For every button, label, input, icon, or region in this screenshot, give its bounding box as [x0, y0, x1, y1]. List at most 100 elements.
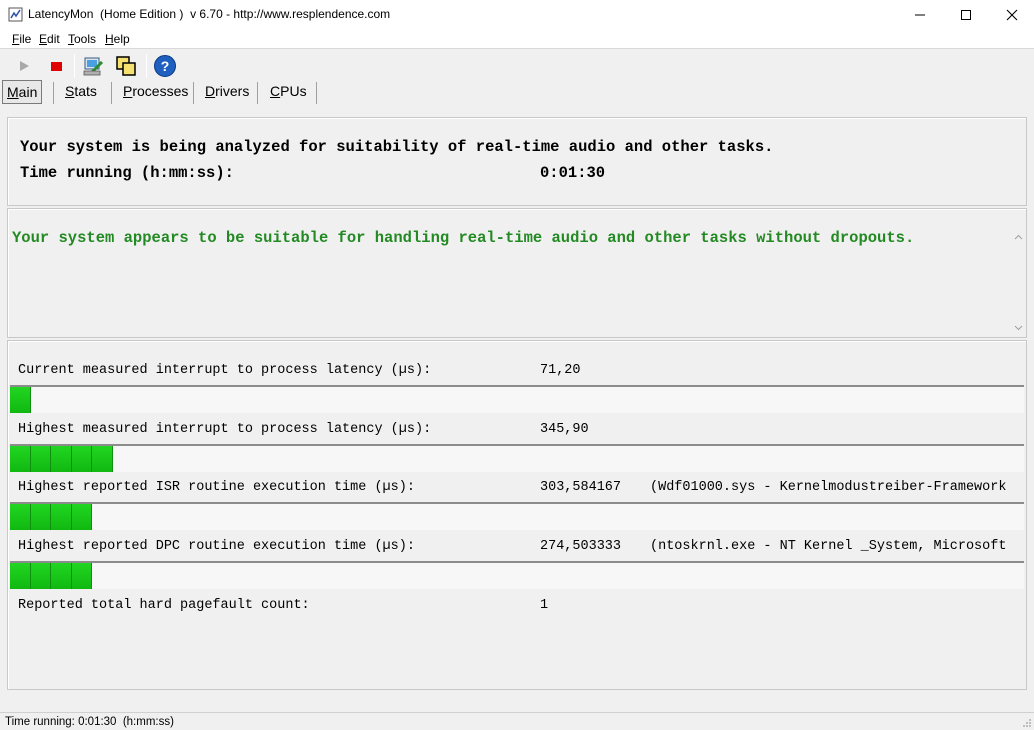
metric-highest-latency-value: 345,90 [540, 422, 589, 437]
metric-dpc-value: 274,503333 [540, 539, 622, 554]
tab-main-accel: M [7, 84, 19, 100]
tab-separator [111, 82, 112, 104]
metric-current-latency-label: Current measured interrupt to process la… [18, 363, 432, 378]
scroll-down-button[interactable] [1011, 322, 1025, 334]
highest-latency-bar-fill [10, 446, 113, 472]
verdict-message: Your system appears to be suitable for h… [12, 229, 915, 247]
metric-current-latency-value: 71,20 [540, 363, 581, 378]
minimize-icon [915, 14, 925, 16]
dpc-bar-fill [10, 563, 92, 589]
bar-segment [71, 446, 92, 472]
tab-cpus[interactable]: CPUs [266, 80, 311, 104]
menu-file-label: ile [19, 32, 32, 46]
metric-dpc-label: Highest reported DPC routine execution t… [18, 539, 415, 554]
metrics-panel: Current measured interrupt to process la… [7, 340, 1027, 690]
metric-isr-value: 303,584167 [540, 480, 622, 495]
scroll-up-button[interactable] [1011, 231, 1025, 243]
bar-segment [51, 504, 72, 530]
tab-bar: Main Stats Processes Drivers CPUs [0, 80, 1034, 106]
bar-segment [10, 504, 31, 530]
menu-edit-accel: E [39, 32, 48, 46]
title-bar: LatencyMon (Home Edition ) v 6.70 - http… [0, 0, 1034, 30]
menu-bar: File Edit Tools Help [0, 30, 1034, 48]
metric-isr-driver: (Wdf01000.sys - Kernelmodustreiber-Frame… [650, 480, 1007, 495]
menu-tools[interactable]: Tools [68, 32, 96, 46]
metric-dpc-driver: (ntoskrnl.exe - NT Kernel _System, Micro… [650, 539, 1007, 554]
tab-drivers[interactable]: Drivers [201, 80, 253, 104]
bar-segment [71, 563, 92, 589]
time-running-label: Time running (h:mm:ss): [20, 164, 234, 182]
analysis-message: Your system is being analyzed for suitab… [20, 138, 774, 156]
bar-segment [30, 563, 51, 589]
menu-file[interactable]: File [12, 32, 31, 46]
bar-segment [10, 563, 31, 589]
analyze-button[interactable] [81, 53, 107, 79]
menu-tools-label: ools [74, 32, 97, 46]
status-text: Time running: 0:01:30 (h:mm:ss) [5, 716, 174, 728]
bar-segment [71, 504, 92, 530]
menu-edit[interactable]: Edit [39, 32, 60, 46]
bar-segment [51, 446, 72, 472]
tab-main-label: ain [18, 84, 38, 100]
maximize-button[interactable] [943, 0, 989, 30]
bar-segment [10, 446, 31, 472]
tab-drivers-accel: D [205, 83, 216, 99]
tab-stats[interactable]: Stats [61, 80, 101, 104]
menu-help[interactable]: Help [105, 32, 130, 46]
start-button[interactable] [11, 53, 37, 79]
status-bar: Time running: 0:01:30 (h:mm:ss) [0, 712, 1034, 730]
metric-pagefault-value: 1 [540, 598, 549, 613]
close-icon [1006, 9, 1018, 21]
analyze-icon [83, 57, 104, 76]
bar-segment [30, 446, 51, 472]
stop-icon [51, 62, 62, 71]
tab-cpus-accel: C [270, 83, 281, 99]
menu-help-label: elp [113, 32, 130, 46]
maximize-icon [961, 10, 971, 20]
tab-processes[interactable]: Processes [119, 80, 192, 104]
minimize-button[interactable] [897, 0, 943, 30]
help-button[interactable]: ? [152, 53, 178, 79]
windows-button[interactable] [113, 53, 139, 79]
bar-segment [51, 563, 72, 589]
help-icon: ? [154, 55, 176, 77]
tab-separator [53, 82, 54, 104]
window-title: LatencyMon (Home Edition ) v 6.70 - http… [28, 7, 391, 21]
tab-separator [257, 82, 258, 104]
dpc-bar [10, 561, 1024, 589]
bar-segment [10, 387, 31, 413]
tab-drivers-label: rivers [215, 83, 250, 99]
windows-icon [116, 56, 136, 76]
toolbar-separator [146, 54, 147, 78]
current-latency-bar [10, 385, 1024, 413]
tab-cpus-label: PUs [280, 83, 307, 99]
time-running-value: 0:01:30 [540, 164, 606, 182]
latencymon-app-icon [8, 7, 23, 22]
menu-help-accel: H [105, 32, 114, 46]
stop-button[interactable] [43, 53, 69, 79]
resize-grip-icon[interactable] [1022, 718, 1032, 728]
toolbar: ? [0, 48, 1034, 82]
bar-segment [30, 504, 51, 530]
analysis-panel: Your system is being analyzed for suitab… [7, 117, 1027, 206]
tab-separator [316, 82, 317, 104]
toolbar-separator [74, 54, 75, 78]
metric-isr-label: Highest reported ISR routine execution t… [18, 480, 415, 495]
menu-edit-label: dit [47, 32, 60, 46]
bar-segment [92, 446, 113, 472]
tab-processes-accel: P [123, 83, 133, 99]
metric-highest-latency-label: Highest measured interrupt to process la… [18, 422, 432, 437]
tab-processes-label: rocesses [132, 83, 189, 99]
chevron-down-icon [1014, 325, 1022, 331]
metric-pagefault-label: Reported total hard pagefault count: [18, 598, 310, 613]
svg-text:?: ? [161, 58, 170, 74]
tab-main[interactable]: Main [2, 80, 43, 104]
verdict-panel: Your system appears to be suitable for h… [7, 208, 1027, 338]
isr-bar [10, 502, 1024, 530]
close-button[interactable] [989, 0, 1034, 30]
highest-latency-bar [10, 444, 1024, 472]
chevron-up-icon [1014, 234, 1022, 240]
current-latency-bar-fill [10, 387, 31, 413]
tab-stats-accel: S [65, 83, 75, 99]
tab-stats-label: tats [74, 83, 97, 99]
